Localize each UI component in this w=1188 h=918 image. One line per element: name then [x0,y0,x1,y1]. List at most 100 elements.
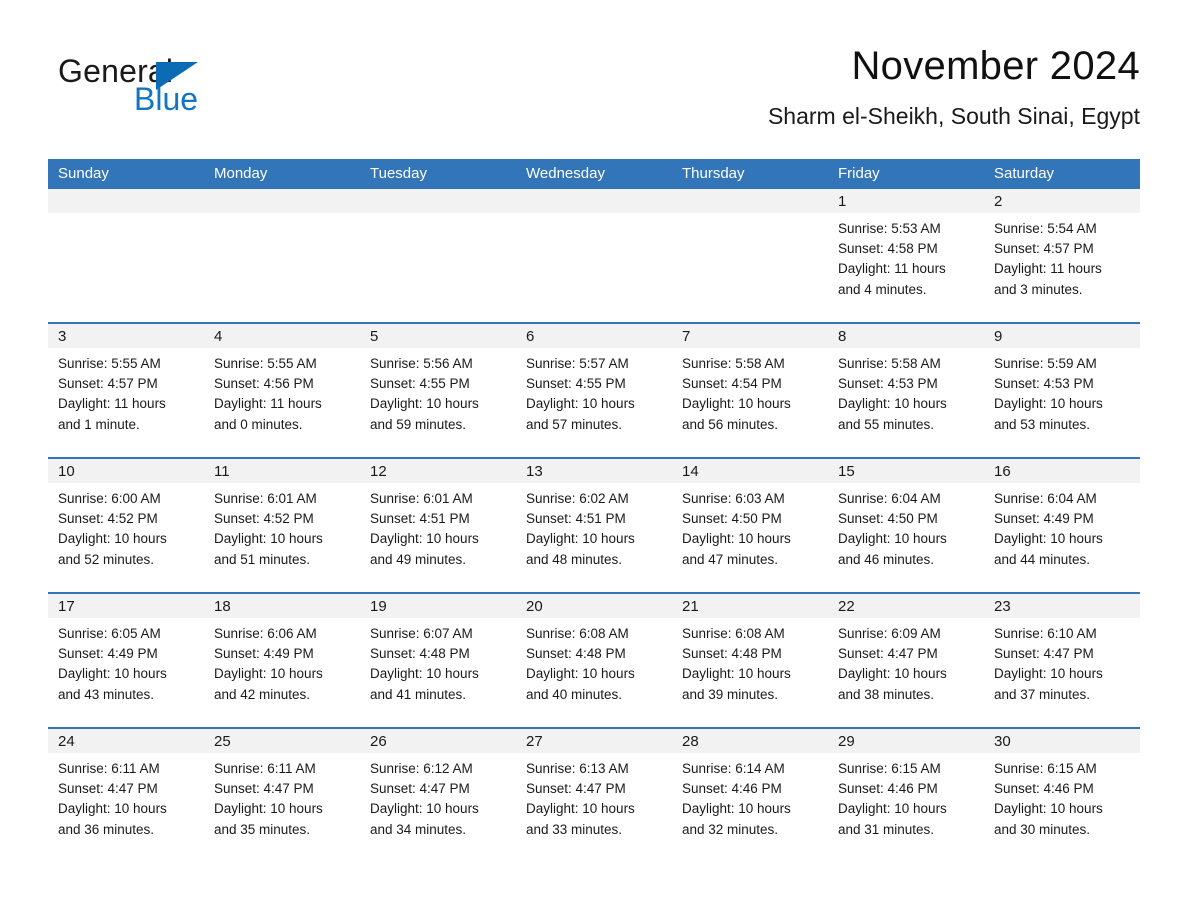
daylight-text-line1: Daylight: 10 hours [58,531,167,547]
calendar-day-cell[interactable]: 1 Sunrise: 5:53 AM Sunset: 4:58 PM Daylight… [828,189,984,323]
daylight-text-line2: and 51 minutes. [214,551,311,567]
weekday-header-monday: Monday [204,159,360,189]
day-details: Sunrise: 6:00 AM Sunset: 4:52 PM Daylight:… [48,483,204,570]
calendar-week-row: 17 Sunrise: 6:05 AM Sunset: 4:49 PM Dayligh… [48,592,1140,728]
generalblue-logo[interactable]: General Blue [58,52,318,132]
day-number: 22 [828,594,984,618]
calendar-day-cell[interactable]: 4 Sunrise: 5:55 AM Sunset: 4:56 PM Daylight… [204,322,360,458]
day-number: 7 [672,324,828,348]
calendar-day-cell[interactable]: 23 Sunrise: 6:10 AM Sunset: 4:47 PM Dayligh… [984,592,1140,728]
calendar-day-cell[interactable]: 12 Sunrise: 6:01 AM Sunset: 4:51 PM Dayligh… [360,457,516,593]
calendar-week-row: 3 Sunrise: 5:55 AM Sunset: 4:57 PM Daylight… [48,322,1140,458]
day-number: 30 [984,729,1140,753]
sunset-text: Sunset: 4:58 PM [838,241,938,257]
sunrise-text: Sunrise: 6:10 AM [994,626,1097,641]
daylight-text-line1: Daylight: 10 hours [214,801,323,817]
calendar-day-cell[interactable]: 20 Sunrise: 6:08 AM Sunset: 4:48 PM Dayligh… [516,592,672,728]
calendar-day-cell[interactable]: 9 Sunrise: 5:59 AM Sunset: 4:53 PM Daylight… [984,322,1140,458]
sunset-text: Sunset: 4:51 PM [370,511,470,527]
calendar-day-cell[interactable]: 18 Sunrise: 6:06 AM Sunset: 4:49 PM Dayligh… [204,592,360,728]
logo-text-blue: Blue [134,81,199,117]
daylight-text-line1: Daylight: 10 hours [682,531,791,547]
calendar-day-cell[interactable]: 26 Sunrise: 6:12 AM Sunset: 4:47 PM Dayligh… [360,727,516,862]
day-details: Sunrise: 6:08 AM Sunset: 4:48 PM Daylight:… [516,618,672,705]
sunrise-text: Sunrise: 5:59 AM [994,356,1097,371]
calendar-day-cell[interactable]: 21 Sunrise: 6:08 AM Sunset: 4:48 PM Dayligh… [672,592,828,728]
daylight-text-line1: Daylight: 10 hours [994,531,1103,547]
calendar-day-cell[interactable]: 5 Sunrise: 5:56 AM Sunset: 4:55 PM Daylight… [360,322,516,458]
daylight-text-line2: and 31 minutes. [838,821,935,837]
daylight-text-line2: and 38 minutes. [838,686,935,702]
sunrise-text: Sunrise: 6:15 AM [838,761,941,776]
daylight-text-line1: Daylight: 10 hours [838,396,947,412]
calendar-day-cell-empty [48,189,204,323]
day-number-band [48,189,204,213]
weekday-header-thursday: Thursday [672,159,828,189]
calendar-day-cell[interactable]: 24 Sunrise: 6:11 AM Sunset: 4:47 PM Dayligh… [48,727,204,862]
daylight-text-line2: and 59 minutes. [370,416,467,432]
calendar-day-cell[interactable]: 13 Sunrise: 6:02 AM Sunset: 4:51 PM Dayligh… [516,457,672,593]
day-number: 2 [984,189,1140,213]
day-number: 24 [48,729,204,753]
sunrise-text: Sunrise: 5:55 AM [214,356,317,371]
day-number: 29 [828,729,984,753]
sunset-text: Sunset: 4:47 PM [994,646,1094,662]
day-number: 27 [516,729,672,753]
sunset-text: Sunset: 4:52 PM [214,511,314,527]
calendar-day-cell[interactable]: 22 Sunrise: 6:09 AM Sunset: 4:47 PM Dayligh… [828,592,984,728]
calendar-table: Sunday Monday Tuesday Wednesday Thursday… [48,159,1140,862]
daylight-text-line1: Daylight: 10 hours [526,396,635,412]
daylight-text-line2: and 49 minutes. [370,551,467,567]
day-details: Sunrise: 5:57 AM Sunset: 4:55 PM Daylight:… [516,348,672,435]
page-header: General Blue November 2024 Sharm el-Shei… [48,40,1140,150]
sunset-text: Sunset: 4:48 PM [526,646,626,662]
day-number: 9 [984,324,1140,348]
day-number: 23 [984,594,1140,618]
calendar-day-cell-empty [204,189,360,323]
calendar-day-cell[interactable]: 10 Sunrise: 6:00 AM Sunset: 4:52 PM Dayligh… [48,457,204,593]
calendar-day-cell[interactable]: 19 Sunrise: 6:07 AM Sunset: 4:48 PM Dayligh… [360,592,516,728]
day-details: Sunrise: 6:15 AM Sunset: 4:46 PM Daylight:… [828,753,984,840]
sunrise-text: Sunrise: 6:15 AM [994,761,1097,776]
day-details: Sunrise: 6:03 AM Sunset: 4:50 PM Daylight:… [672,483,828,570]
sunrise-text: Sunrise: 5:56 AM [370,356,473,371]
calendar-day-cell[interactable]: 27 Sunrise: 6:13 AM Sunset: 4:47 PM Dayligh… [516,727,672,862]
daylight-text-line1: Daylight: 10 hours [682,396,791,412]
daylight-text-line1: Daylight: 11 hours [838,261,946,277]
calendar-day-cell[interactable]: 28 Sunrise: 6:14 AM Sunset: 4:46 PM Dayligh… [672,727,828,862]
sunset-text: Sunset: 4:49 PM [58,646,158,662]
weekday-header-saturday: Saturday [984,159,1140,189]
calendar-day-cell[interactable]: 30 Sunrise: 6:15 AM Sunset: 4:46 PM Dayligh… [984,727,1140,862]
sunset-text: Sunset: 4:50 PM [682,511,782,527]
calendar-day-cell-empty [516,189,672,323]
calendar-day-cell[interactable]: 29 Sunrise: 6:15 AM Sunset: 4:46 PM Dayligh… [828,727,984,862]
calendar-day-cell[interactable]: 8 Sunrise: 5:58 AM Sunset: 4:53 PM Daylight… [828,322,984,458]
calendar-day-cell[interactable]: 6 Sunrise: 5:57 AM Sunset: 4:55 PM Daylight… [516,322,672,458]
daylight-text-line2: and 41 minutes. [370,686,467,702]
sunset-text: Sunset: 4:48 PM [682,646,782,662]
sunrise-text: Sunrise: 5:53 AM [838,221,941,236]
calendar-day-cell[interactable]: 17 Sunrise: 6:05 AM Sunset: 4:49 PM Dayligh… [48,592,204,728]
sunrise-text: Sunrise: 6:14 AM [682,761,785,776]
calendar-day-cell[interactable]: 14 Sunrise: 6:03 AM Sunset: 4:50 PM Dayligh… [672,457,828,593]
day-number: 25 [204,729,360,753]
sunrise-text: Sunrise: 6:12 AM [370,761,473,776]
calendar-day-cell[interactable]: 16 Sunrise: 6:04 AM Sunset: 4:49 PM Dayligh… [984,457,1140,593]
calendar-day-cell[interactable]: 11 Sunrise: 6:01 AM Sunset: 4:52 PM Dayligh… [204,457,360,593]
sunrise-text: Sunrise: 6:04 AM [838,491,941,506]
sunrise-text: Sunrise: 5:54 AM [994,221,1097,236]
sunset-text: Sunset: 4:46 PM [682,781,782,797]
day-number: 12 [360,459,516,483]
daylight-text-line2: and 43 minutes. [58,686,155,702]
day-number: 16 [984,459,1140,483]
sunset-text: Sunset: 4:49 PM [994,511,1094,527]
calendar-day-cell[interactable]: 15 Sunrise: 6:04 AM Sunset: 4:50 PM Dayligh… [828,457,984,593]
calendar-day-cell[interactable]: 7 Sunrise: 5:58 AM Sunset: 4:54 PM Daylight… [672,322,828,458]
day-details: Sunrise: 5:53 AM Sunset: 4:58 PM Daylight:… [828,213,984,300]
calendar-day-cell[interactable]: 3 Sunrise: 5:55 AM Sunset: 4:57 PM Daylight… [48,322,204,458]
day-number-band [516,189,672,213]
calendar-day-cell[interactable]: 25 Sunrise: 6:11 AM Sunset: 4:47 PM Dayligh… [204,727,360,862]
day-details: Sunrise: 6:15 AM Sunset: 4:46 PM Daylight:… [984,753,1140,840]
calendar-day-cell[interactable]: 2 Sunrise: 5:54 AM Sunset: 4:57 PM Daylight… [984,189,1140,323]
day-details: Sunrise: 6:12 AM Sunset: 4:47 PM Daylight:… [360,753,516,840]
